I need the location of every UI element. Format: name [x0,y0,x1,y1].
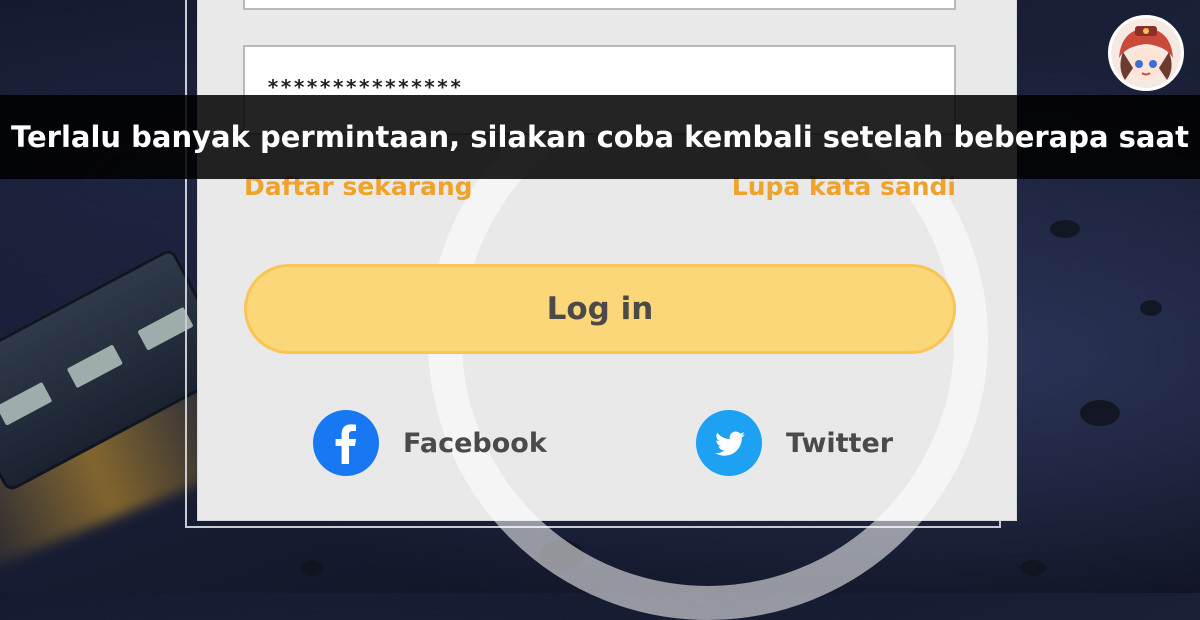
avatar-character-icon [1111,18,1181,88]
login-button[interactable]: Log in [244,264,956,354]
twitter-icon [696,410,762,476]
account-field[interactable] [243,0,956,10]
twitter-login-button[interactable]: Twitter [696,410,893,476]
facebook-icon [313,410,379,476]
twitter-label: Twitter [786,427,894,459]
error-toast: Terlalu banyak permintaan, silakan coba … [0,95,1200,179]
login-button-label: Log in [546,291,654,327]
facebook-login-button[interactable]: Facebook [313,410,547,476]
toast-message: Terlalu banyak permintaan, silakan coba … [11,120,1189,154]
user-avatar[interactable] [1108,15,1184,91]
facebook-label: Facebook [403,427,547,459]
